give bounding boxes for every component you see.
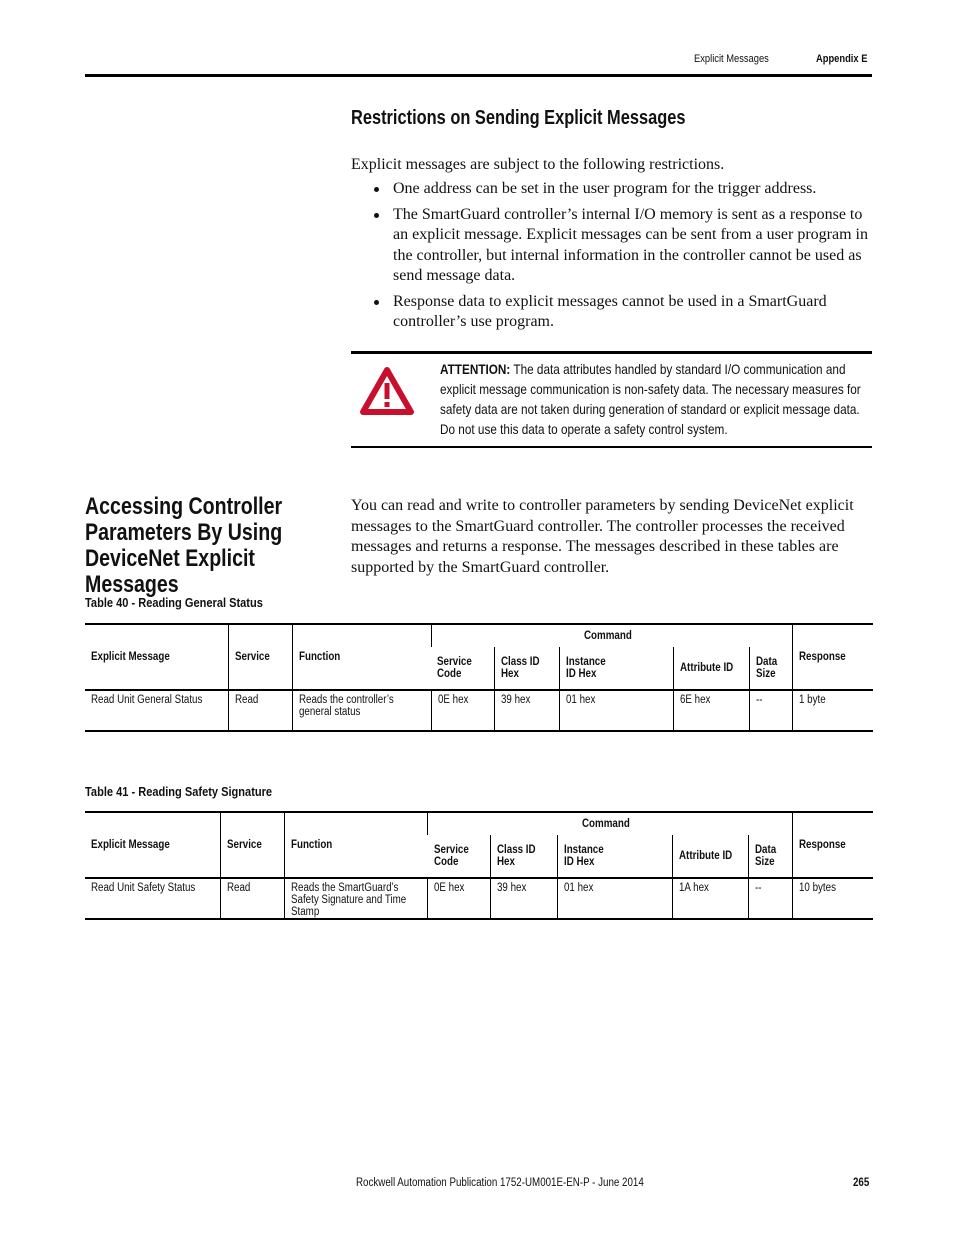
section-heading: Accessing Controller Parameters By Using… [85, 493, 283, 598]
col-header-class-id: Class ID Hex [493, 647, 560, 690]
cell-class-id: 39 hex [490, 877, 558, 920]
table-caption: Table 40 - Reading General Status [85, 595, 263, 610]
list-item-text: One address can be set in the user progr… [393, 180, 817, 197]
cell-data-size: -- [748, 689, 793, 732]
col-header-data-size: Data Size [747, 835, 793, 878]
list-item: The SmartGuard controller’s internal I/O… [351, 205, 876, 287]
cell-response: 1 byte [792, 689, 873, 732]
cell-attribute-id: 6E hex [673, 689, 750, 732]
restrictions-heading: Restrictions on Sending Explicit Message… [351, 107, 686, 129]
cell-explicit-message: Read Unit Safety Status [85, 877, 221, 920]
col-header-response: Response [792, 623, 873, 690]
col-header-explicit-message: Explicit Message [85, 811, 221, 878]
col-header-instance-id: Instance ID Hex [559, 647, 674, 690]
col-header-service: Service [228, 623, 293, 690]
bullet-icon [374, 187, 379, 192]
bullet-icon [374, 212, 379, 218]
cell-response: 10 bytes [791, 877, 873, 920]
attention-label: ATTENTION: [440, 361, 511, 377]
table-caption: Table 41 - Reading Safety Signature [85, 784, 273, 799]
cell-service: Read [228, 689, 293, 732]
col-header-attribute-id: Attribute ID [673, 647, 750, 690]
section-paragraph: You can read and write to controller par… [351, 497, 854, 576]
col-header-service: Service [219, 811, 285, 878]
page-number: 265 [853, 1177, 870, 1189]
col-header-explicit-message: Explicit Message [85, 623, 229, 690]
cell-function: Reads the controller’s general status [291, 689, 432, 732]
bullet-icon [374, 299, 379, 305]
cell-data-size: -- [747, 877, 793, 920]
list-item-text: The SmartGuard controller’s internal I/O… [393, 205, 868, 285]
warning-triangle-icon [360, 367, 414, 415]
header-rule [85, 74, 872, 77]
col-header-service-code: Service Code [433, 844, 469, 868]
restrictions-intro: Explicit messages are subject to the fol… [351, 156, 725, 173]
running-header-appendix: Appendix E [816, 53, 868, 65]
col-header-command: Command [427, 811, 793, 835]
list-item: One address can be set in the user progr… [351, 179, 876, 200]
cell-instance-id: 01 hex [556, 877, 673, 920]
col-header-data-size: Data Size [748, 647, 793, 690]
table-row: Read Unit Safety Status Read Reads the S… [85, 877, 873, 920]
col-header-class-id: Class ID Hex [490, 835, 558, 878]
cell-class-id: 39 hex [493, 689, 560, 732]
cell-explicit-message: Read Unit General Status [85, 689, 229, 732]
restrictions-list: One address can be set in the user progr… [351, 179, 876, 338]
cell-instance-id: 01 hex [559, 689, 674, 732]
table-reading-general-status: Explicit Message Service Function Comman… [85, 623, 873, 732]
list-item-text: Response data to explicit messages canno… [393, 292, 827, 331]
footer-publication: Rockwell Automation Publication 1752-UM0… [356, 1177, 644, 1189]
attention-box: ATTENTION: The data attributes handled b… [351, 351, 872, 448]
col-header-instance-id: Instance ID Hex [556, 835, 673, 878]
table-row: Read Unit General Status Read Reads the … [85, 689, 873, 732]
col-header-command: Command [430, 623, 793, 647]
attention-text: ATTENTION: The data attributes handled b… [440, 359, 870, 439]
col-header-response: Response [791, 811, 873, 878]
cell-service-code: 0E hex [427, 877, 491, 920]
cell-function: Reads the SmartGuard’s Safety Signature … [283, 877, 428, 920]
cell-attribute-id: 1A hex [672, 877, 749, 920]
col-header-function: Function [283, 811, 428, 878]
table-reading-safety-signature: Explicit Message Service Function Comman… [85, 811, 873, 920]
cell-service-code: 0E hex [430, 689, 495, 732]
cell-service: Read [219, 877, 285, 920]
col-header-service-code: Service Code [437, 656, 473, 680]
col-header-function: Function [291, 623, 432, 690]
col-header-attribute-id: Attribute ID [672, 835, 749, 878]
running-header-section: Explicit Messages [694, 53, 769, 65]
list-item: Response data to explicit messages canno… [351, 292, 876, 333]
